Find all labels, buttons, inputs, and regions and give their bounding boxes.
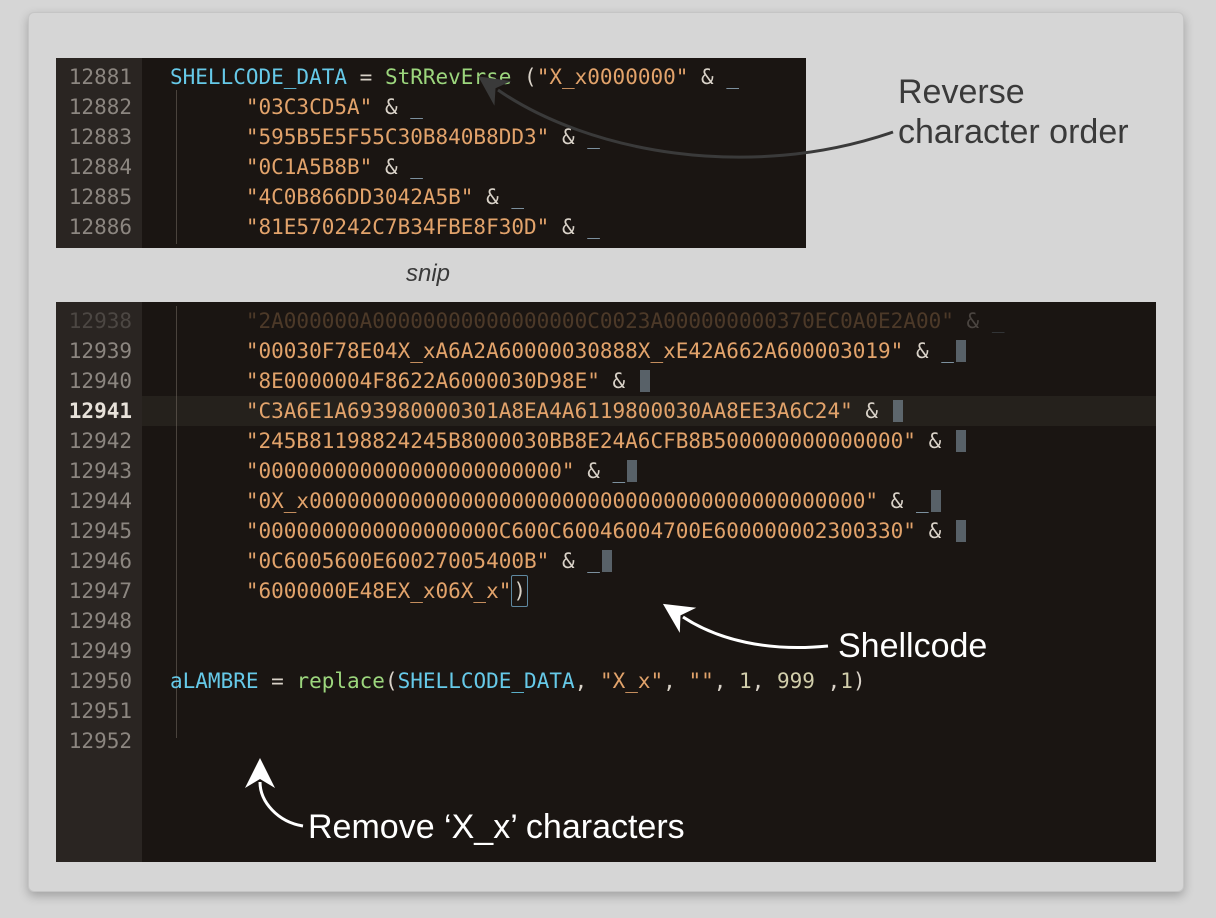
annotation-reverse-order: Reverse character order xyxy=(898,72,1158,152)
code-block-bottom: 1293812939129401294112942129431294412945… xyxy=(56,302,1156,862)
line-number-gutter: 128811288212883128841288512886 xyxy=(56,58,142,248)
figure-card: 128811288212883128841288512886 SHELLCODE… xyxy=(28,12,1184,892)
code-area: "2A000000A00000000000000000C0023A0000000… xyxy=(142,302,1156,862)
code-area: SHELLCODE_DATA = StRRevErse ("X_x0000000… xyxy=(142,58,806,248)
snip-label: snip xyxy=(328,260,528,288)
code-block-top: 128811288212883128841288512886 SHELLCODE… xyxy=(56,58,806,248)
line-number-gutter: 1293812939129401294112942129431294412945… xyxy=(56,302,142,862)
